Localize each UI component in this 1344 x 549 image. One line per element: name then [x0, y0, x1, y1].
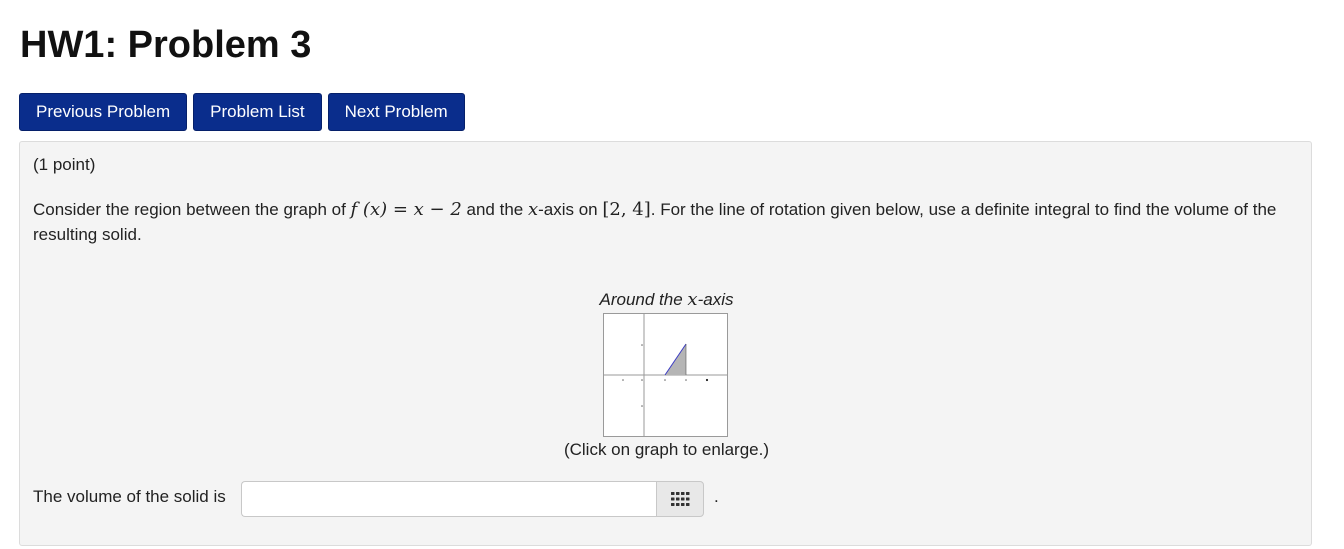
tick-mark [685, 379, 687, 381]
equation-palette-button[interactable] [656, 481, 704, 517]
page-title: HW1: Problem 3 [20, 24, 312, 66]
problem-statement: Consider the region between the graph of… [33, 197, 1295, 247]
statement-text-2: and the [461, 200, 528, 219]
figure-caption-variable: x [687, 289, 698, 310]
problem-list-button[interactable]: Problem List [193, 93, 322, 131]
answer-label: The volume of the solid is [33, 487, 226, 506]
function-expression: f (x) = x − 2 [350, 199, 462, 220]
tick-mark [641, 405, 643, 407]
previous-problem-button[interactable]: Previous Problem [19, 93, 188, 131]
figure-caption-suffix: -axis [697, 290, 734, 309]
figure-caption-prefix: Around the [599, 290, 688, 309]
next-problem-button[interactable]: Next Problem [327, 93, 465, 131]
tick-mark [705, 378, 709, 382]
problem-points: (1 point) [33, 155, 96, 174]
tick-mark [664, 379, 666, 381]
enlarge-note: (Click on graph to enlarge.) [563, 440, 770, 459]
statement-text-3: -axis on [538, 200, 603, 219]
tick-mark [641, 379, 643, 381]
tick-mark [622, 379, 624, 381]
problem-panel: (1 point) Consider the region between th… [19, 141, 1312, 546]
volume-answer-input[interactable] [241, 481, 657, 517]
tick-mark [641, 344, 643, 346]
interval-expression: [2, 4] [602, 199, 651, 220]
answer-trailing-period: . [714, 487, 719, 506]
figure-caption: Around the x-axis [20, 289, 1313, 310]
problem-navigation: Previous Problem Problem List Next Probl… [19, 93, 465, 131]
statement-text-1: Consider the region between the graph of [33, 200, 351, 219]
grid-palette-icon [671, 492, 690, 506]
region-graph [604, 314, 727, 436]
graph-thumbnail[interactable] [603, 313, 728, 437]
axis-variable: x [527, 199, 539, 220]
